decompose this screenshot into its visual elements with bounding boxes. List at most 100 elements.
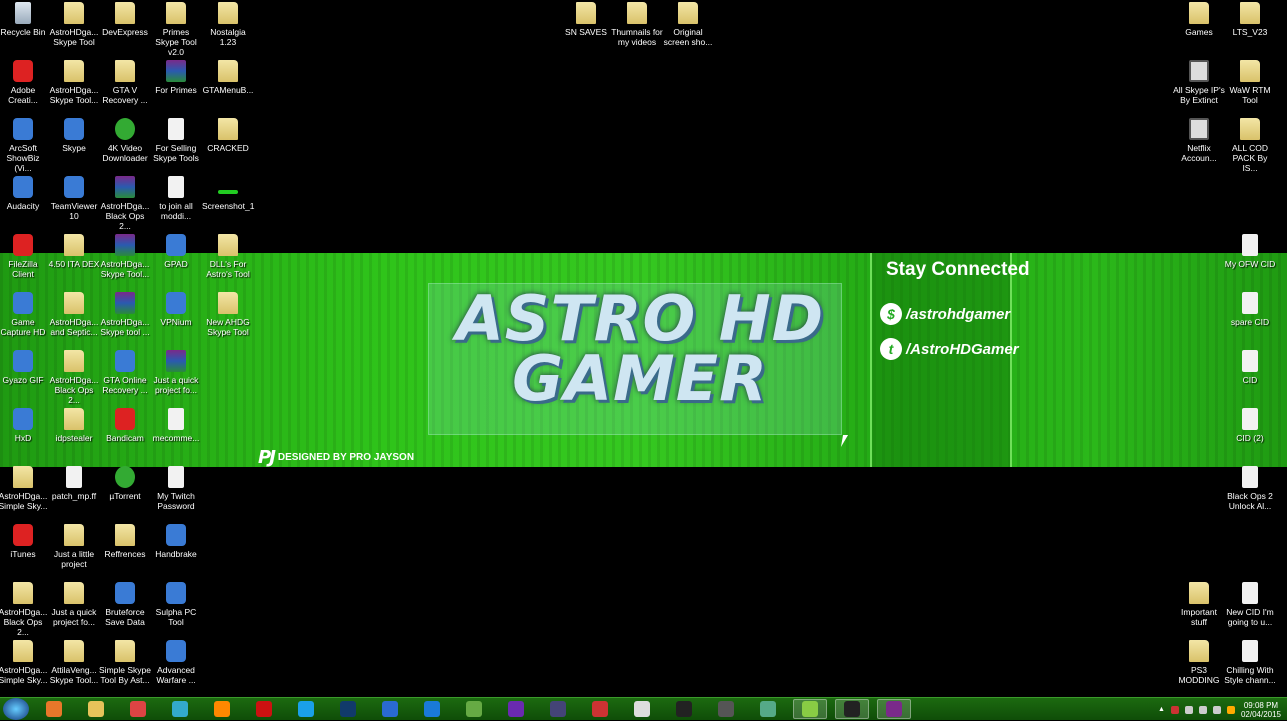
desktop-icon[interactable]: VPNium [150, 292, 202, 327]
tray-app-icon[interactable] [1170, 705, 1179, 714]
desktop-icon[interactable]: SN SAVES [560, 2, 612, 37]
desktop-icon[interactable]: AttilaVeng... Skype Tool... [48, 640, 100, 685]
desktop-icon[interactable]: Just a quick project fo... [150, 350, 202, 395]
desktop-icon[interactable]: to join all moddi... [150, 176, 202, 221]
desktop-icon[interactable]: ArcSoft ShowBiz (Vi... [0, 118, 49, 173]
desktop-icon[interactable]: mecomme... [150, 408, 202, 443]
desktop-icon[interactable]: GTA V Recovery ... [99, 60, 151, 105]
taskbar-app-winrar[interactable] [877, 699, 911, 719]
desktop-icon[interactable]: CRACKED [202, 118, 254, 153]
taskbar-app-file-explorer[interactable] [79, 699, 113, 719]
desktop-icon[interactable]: Chilling With Style chann... [1224, 640, 1276, 685]
power-icon[interactable] [1226, 705, 1235, 714]
desktop-icon[interactable]: Bruteforce Save Data [99, 582, 151, 627]
desktop-icon[interactable]: ALL COD PACK By IS... [1224, 118, 1276, 173]
taskbar-app-notepad-plus[interactable] [793, 699, 827, 719]
desktop-icon[interactable]: For Primes [150, 60, 202, 95]
desktop-icon[interactable]: AstroHDga... Simple Sky... [0, 640, 49, 685]
desktop-icon[interactable]: GTAMenuB... [202, 60, 254, 95]
desktop-icon[interactable]: Just a quick project fo... [48, 582, 100, 627]
desktop-icon[interactable]: Recycle Bin [0, 2, 49, 37]
desktop-icon[interactable]: AstroHDga... Skype Tool... [48, 60, 100, 105]
desktop-icon[interactable]: HxD [0, 408, 49, 443]
desktop-icon[interactable]: Thumnails for my videos [611, 2, 663, 47]
taskbar-app-chrome[interactable] [121, 699, 155, 719]
desktop-icon[interactable]: TeamViewer 10 [48, 176, 100, 221]
desktop-icon[interactable]: Black Ops 2 Unlock Al... [1224, 466, 1276, 511]
desktop-icon[interactable]: AstroHDga... and Septic... [48, 292, 100, 337]
desktop-icon[interactable]: Games [1173, 2, 1225, 37]
taskbar-app-filezilla[interactable] [247, 699, 281, 719]
taskbar-app-media-app[interactable] [373, 699, 407, 719]
desktop-icon[interactable]: Advanced Warfare ... [150, 640, 202, 685]
desktop-icon[interactable]: CID (2) [1224, 408, 1276, 443]
desktop-icon[interactable]: iTunes [0, 524, 49, 559]
desktop-icon[interactable]: DLL's For Astro's Tool [202, 234, 254, 279]
desktop-icon[interactable]: New AHDG Skype Tool [202, 292, 254, 337]
desktop-icon[interactable]: Nostalgia 1.23 [202, 2, 254, 47]
desktop-icon[interactable]: GTA Online Recovery ... [99, 350, 151, 395]
desktop-icon[interactable]: idpstealer [48, 408, 100, 443]
taskbar-app-app-infinity[interactable] [541, 699, 575, 719]
desktop-icon[interactable]: AstroHDga... Black Ops 2... [99, 176, 151, 231]
desktop-icon[interactable]: My OFW CID [1224, 234, 1276, 269]
taskbar-app-app-shield[interactable] [751, 699, 785, 719]
taskbar-app-visual-studio[interactable] [499, 699, 533, 719]
desktop-icon[interactable]: Reffrences [99, 524, 151, 559]
desktop-icon[interactable]: WaW RTM Tool [1224, 60, 1276, 105]
taskbar-app-app-pen[interactable] [667, 699, 701, 719]
desktop-icon[interactable]: Important stuff [1173, 582, 1225, 627]
desktop-icon[interactable]: AstroHDga... Black Ops 2... [0, 582, 49, 637]
desktop-icon[interactable]: My Twitch Password [150, 466, 202, 511]
desktop-icon[interactable]: PS3 MODDING [1173, 640, 1225, 685]
desktop-icon[interactable]: Handbrake [150, 524, 202, 559]
desktop-icon[interactable]: Sulpha PC Tool [150, 582, 202, 627]
desktop-icon[interactable]: Screenshot_1 [202, 176, 254, 211]
desktop-icon[interactable]: For Selling Skype Tools [150, 118, 202, 163]
desktop-icon[interactable]: AstroHDga... Skype tool ... [99, 292, 151, 337]
desktop-icon[interactable]: DevExpress [99, 2, 151, 37]
taskbar-app-app-orange[interactable] [205, 699, 239, 719]
taskbar-app-app-gear[interactable] [457, 699, 491, 719]
taskbar-app-app-game[interactable] [709, 699, 743, 719]
show-hidden-icons-icon[interactable]: ▲ [1158, 706, 1165, 713]
taskbar-app-notepad[interactable] [625, 699, 659, 719]
taskbar-app-photoshop[interactable] [331, 699, 365, 719]
desktop-icon[interactable]: patch_mp.ff [48, 466, 100, 501]
tray-app-icon[interactable] [1184, 705, 1193, 714]
network-icon[interactable] [1198, 705, 1207, 714]
desktop-icon[interactable]: Simple Skype Tool By Ast... [99, 640, 151, 685]
desktop-icon[interactable]: µTorrent [99, 466, 151, 501]
desktop-icon[interactable]: AstroHDga... Simple Sky... [0, 466, 49, 511]
desktop-icon[interactable]: LTS_V23 [1224, 2, 1276, 37]
taskbar-app-obs[interactable] [835, 699, 869, 719]
desktop-icon[interactable]: spare CID [1224, 292, 1276, 327]
taskbar-app-capture-tool[interactable] [163, 699, 197, 719]
taskbar-app-teamviewer[interactable] [415, 699, 449, 719]
taskbar-app-media-player[interactable] [37, 699, 71, 719]
desktop-icon[interactable]: GPAD [150, 234, 202, 269]
desktop-icon[interactable]: Adobe Creati... [0, 60, 49, 105]
desktop-icon[interactable]: New CID I'm going to u... [1224, 582, 1276, 627]
clock[interactable]: 09:08 PM 02/04/2015 [1241, 701, 1281, 719]
desktop-icon[interactable]: Primes Skype Tool v2.0 [150, 2, 202, 57]
desktop-icon[interactable]: Gyazo GIF [0, 350, 49, 385]
desktop-icon[interactable]: AstroHDga... Black Ops 2... [48, 350, 100, 405]
desktop-icon[interactable]: Audacity [0, 176, 49, 211]
desktop-icon[interactable]: 4.50 ITA DEX [48, 234, 100, 269]
taskbar-app-popcorn-time[interactable] [583, 699, 617, 719]
desktop-icon[interactable]: Skype [48, 118, 100, 153]
desktop-icon[interactable]: Bandicam [99, 408, 151, 443]
volume-icon[interactable] [1212, 705, 1221, 714]
desktop-icon[interactable]: AstroHDga... Skype Tool... [99, 234, 151, 279]
desktop-icon[interactable]: Game Capture HD [0, 292, 49, 337]
desktop-icon[interactable]: FileZilla Client [0, 234, 49, 279]
desktop-icon[interactable]: AstroHDga... Skype Tool [48, 2, 100, 47]
desktop-icon[interactable]: 4K Video Downloader [99, 118, 151, 163]
desktop-icon[interactable]: Just a little project [48, 524, 100, 569]
desktop-icon[interactable]: Original screen sho... [662, 2, 714, 47]
desktop-icon[interactable]: CID [1224, 350, 1276, 385]
desktop-icon[interactable]: Netflix Accoun... [1173, 118, 1225, 163]
taskbar-app-skype[interactable] [289, 699, 323, 719]
start-button[interactable] [3, 698, 29, 720]
